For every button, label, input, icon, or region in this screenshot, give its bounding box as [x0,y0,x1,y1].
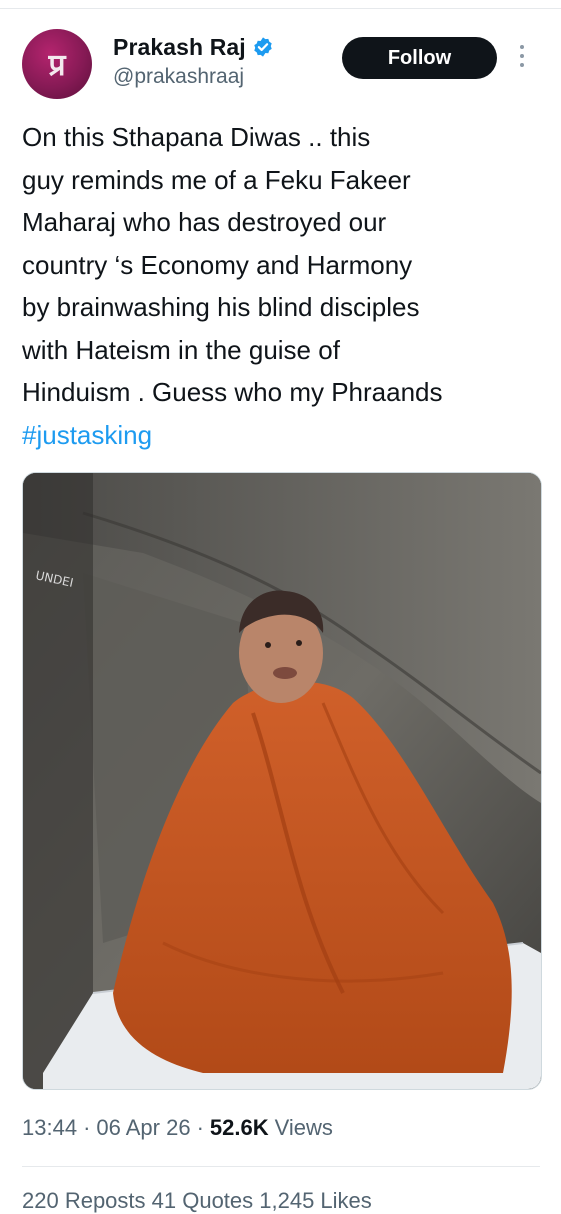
tweet-line: Maharaj who has destroyed our [22,207,387,237]
tweet-date[interactable]: 06 Apr 26 [96,1115,190,1141]
avatar-logo-text: प्र [47,48,66,83]
author-avatar[interactable]: प्र [22,29,92,99]
tweet-meta: 13:44 · 06 Apr 26 · 52.6K Views [22,1115,333,1141]
meta-separator: · [196,1115,204,1140]
hashtag-link[interactable]: #justasking [22,420,152,450]
cave-meditation-image: UNDEI [23,473,541,1089]
author-name-row[interactable]: Prakash Raj [113,32,274,62]
tweet-line: by brainwashing his blind disciples [22,292,420,322]
top-divider [0,8,561,9]
views-label: Views [274,1115,333,1140]
verified-badge-icon [254,37,272,57]
tweet-time[interactable]: 13:44 [22,1115,77,1141]
tweet-line: Hinduism . Guess who my Phraands [22,377,443,407]
prakash-raj-logo-icon: प्र [47,48,66,83]
tweet-line: On this Sthapana Diwas .. this [22,122,371,152]
tweet-line: with Hateism in the guise of [22,334,340,365]
author-handle[interactable]: @prakashraaj [113,65,244,89]
views-count[interactable]: 52.6K [210,1115,269,1141]
meta-separator: · [83,1115,91,1140]
follow-button[interactable]: Follow [342,37,497,79]
bottom-divider [22,1166,540,1167]
tweet-text: On this Sthapana Diwas .. this guy remin… [22,116,547,456]
author-name[interactable]: Prakash Raj [113,34,246,61]
more-options-icon[interactable] [517,45,527,73]
tweet-line: guy reminds me of a Feku Fakeer [22,164,411,195]
tweet-photo[interactable]: UNDEI [22,472,542,1090]
tweet-line: country ‘s Economy and Harmony [22,249,413,280]
engagement-stats-row[interactable]: 220 Reposts 41 Quotes 1,245 Likes [22,1188,372,1214]
